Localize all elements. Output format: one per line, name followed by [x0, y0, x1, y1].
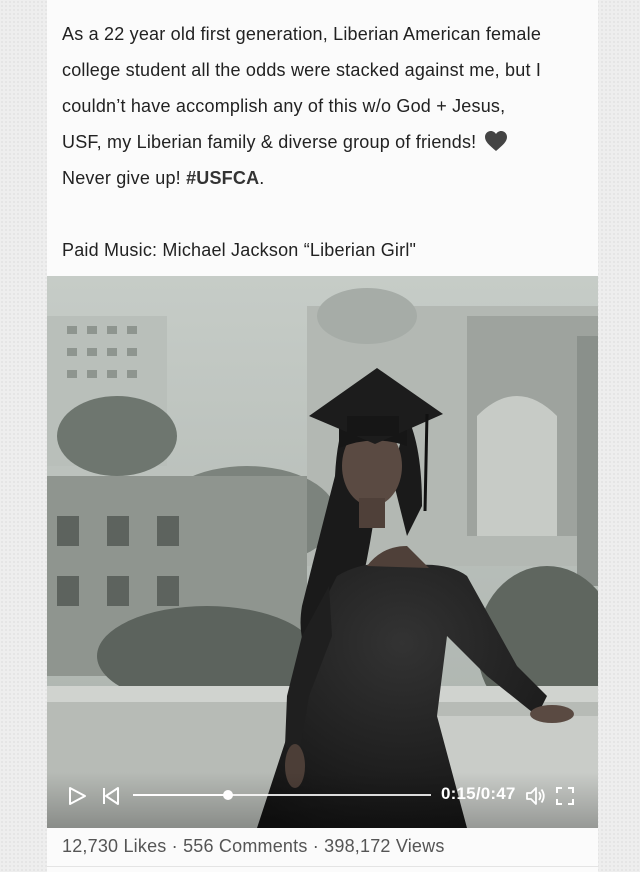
- fullscreen-icon[interactable]: [555, 786, 575, 806]
- caption-text: .: [259, 168, 265, 188]
- caption-line: Never give up! #USFCA.: [62, 160, 592, 196]
- caption-line: college student all the odds were stacke…: [62, 60, 542, 80]
- progress-fill: [133, 794, 229, 796]
- video-player[interactable]: 0:15/0:47: [47, 276, 598, 828]
- comments-count[interactable]: 556 Comments: [183, 836, 307, 856]
- caption-line: As a 22 year old first generation, Liber…: [62, 24, 542, 44]
- video-controls: 0:15/0:47: [47, 772, 598, 828]
- caption-text: USF, my Liberian family & diverse group …: [62, 132, 477, 152]
- progress-handle[interactable]: [223, 790, 234, 800]
- post-caption: As a 22 year old first generation, Liber…: [62, 16, 592, 268]
- stats-separator: ·: [166, 836, 184, 856]
- caption-line: couldn’t have accomplish any of this w/o…: [62, 96, 506, 116]
- paid-music-credit: Paid Music: Michael Jackson “Liberian Gi…: [62, 240, 417, 260]
- post-stats: 12,730 Likes · 556 Comments · 398,172 Vi…: [62, 836, 592, 857]
- caption-line: USF, my Liberian family & diverse group …: [62, 124, 592, 160]
- stats-separator: ·: [307, 836, 325, 856]
- video-frame: [47, 276, 598, 828]
- volume-icon[interactable]: [525, 785, 547, 807]
- rewind-icon[interactable]: [101, 786, 121, 806]
- video-time: 0:15/0:47: [441, 784, 516, 803]
- black-heart-icon: [484, 131, 507, 151]
- views-count: 398,172 Views: [324, 836, 445, 856]
- likes-count[interactable]: 12,730 Likes: [62, 836, 166, 856]
- divider: [47, 866, 598, 867]
- hashtag-link[interactable]: #USFCA: [186, 168, 259, 188]
- play-icon[interactable]: [67, 786, 87, 806]
- caption-text: Never give up!: [62, 168, 187, 188]
- progress-bar[interactable]: [133, 790, 431, 800]
